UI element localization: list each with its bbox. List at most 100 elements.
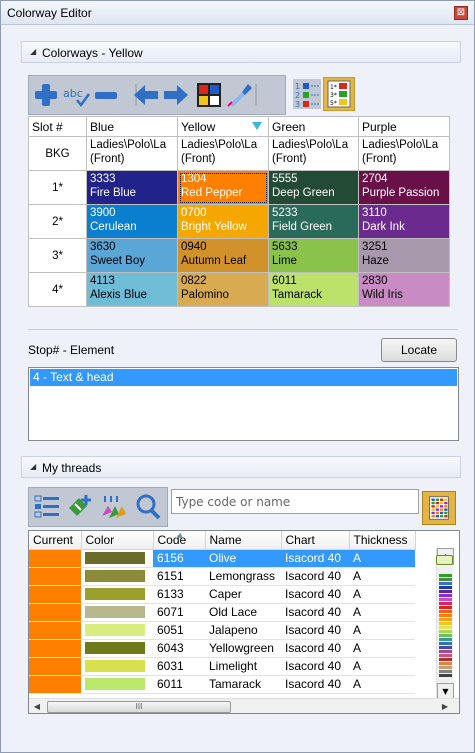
colorway-color-cell[interactable]: Ladies\Polo\La (Front) [268, 136, 359, 171]
thread-row[interactable]: 6071 Old Lace Isacord 40 A [29, 603, 415, 622]
color-grid-icon[interactable] [194, 80, 224, 110]
column-header-color[interactable]: Color [81, 531, 154, 550]
colorway-color-cell[interactable]: 4113 Alexis Blue [86, 272, 178, 307]
colorway-color-cell[interactable]: 2830 Wild Iris [358, 272, 450, 307]
thread-row[interactable]: 6133 Caper Isacord 40 A [29, 585, 415, 604]
palette-swap-icon[interactable]: 1* 3* 5* [323, 77, 355, 111]
palette-cell [435, 505, 439, 508]
column-header-purple[interactable]: Purple [358, 116, 450, 137]
arrow-left-icon[interactable] [131, 80, 161, 110]
colorway-color-cell[interactable]: 0940 Autumn Leaf [177, 238, 269, 273]
collapse-triangle-icon[interactable]: ◢ [30, 47, 36, 56]
colorway-color-cell[interactable]: 5633 Lime [268, 238, 359, 273]
thread-palette-icon[interactable] [422, 491, 456, 525]
arrow-right-icon[interactable] [161, 80, 191, 110]
column-header-green[interactable]: Green [268, 116, 359, 137]
column-header-yellow[interactable]: Yellow [177, 116, 269, 137]
spectrum-band [439, 646, 452, 649]
close-button[interactable]: ⊠ [454, 6, 468, 20]
column-header-chart[interactable]: Chart [281, 531, 350, 550]
colorway-color-cell[interactable]: 2704 Purple Passion [358, 170, 450, 205]
checklist-icon[interactable] [32, 492, 62, 522]
spectrum-band [439, 654, 452, 657]
horizontal-scroll-thumb[interactable]: III [47, 701, 231, 713]
thread-thickness: A [349, 585, 415, 604]
slot-cell[interactable]: 4* [28, 272, 87, 307]
colorway-color-cell[interactable]: 5233 Field Green [268, 204, 359, 239]
thread-code: 6156 [153, 549, 205, 568]
palette-cell [439, 505, 444, 508]
thread-color-swatch [81, 657, 153, 676]
thread-name: Lime [272, 255, 297, 267]
thread-spools-icon[interactable] [99, 492, 129, 522]
spell-check-icon[interactable]: abc [61, 80, 91, 110]
colorway-color-cell[interactable]: 3630 Sweet Boy [86, 238, 178, 273]
locate-button[interactable]: Locate [381, 338, 457, 362]
colorway-color-cell[interactable]: Ladies\Polo\La (Front) [358, 136, 450, 171]
threads-grid[interactable]: Current Color ▲ Code Name Chart Thickness… [28, 530, 460, 714]
colorway-color-cell[interactable]: 6011 Tamarack [268, 272, 359, 307]
svg-text:3: 3 [295, 100, 300, 109]
threads-toolbar [28, 487, 168, 527]
thread-row[interactable]: 6043 Yellowgreen Isacord 40 A [29, 639, 415, 658]
palette-cell [435, 511, 439, 515]
color-swatch [85, 570, 145, 582]
thread-name: Jalapeno [205, 621, 281, 640]
search-icon[interactable] [133, 492, 163, 522]
colorway-color-cell[interactable]: 3333 Fire Blue [86, 170, 178, 205]
section-separator [28, 329, 458, 330]
thread-name: Yellowgreen [205, 639, 281, 658]
colorway-color-cell[interactable]: 0822 Palomino [177, 272, 269, 307]
thread-code: 5555 [272, 173, 298, 185]
colorway-color-cell[interactable]: 5555 Deep Green [268, 170, 359, 205]
scroll-thumb[interactable] [436, 555, 453, 565]
slot-cell[interactable]: BKG [28, 136, 87, 171]
eyedropper-icon[interactable] [224, 80, 254, 110]
column-header-thickness[interactable]: Thickness [349, 531, 416, 550]
column-header-current[interactable]: Current [29, 531, 82, 550]
stop-list-item[interactable]: 4 - Text & head [30, 369, 457, 386]
thread-code: 4113 [90, 275, 115, 287]
colorway-color-cell[interactable]: 0700 Bright Yellow [177, 204, 269, 239]
thread-name: Limelight [205, 657, 281, 676]
scroll-right-icon[interactable]: ▶ [439, 701, 451, 713]
colorway-color-cell[interactable]: 1304 Red Pepper [177, 170, 269, 205]
spectrum-band [439, 598, 452, 601]
add-thread-icon[interactable] [65, 492, 95, 522]
numbered-list-icon[interactable]: 1 2 3 [293, 79, 321, 109]
stop-element-list[interactable]: 4 - Text & head [28, 367, 459, 441]
vertical-scrollbar[interactable]: ▲ ▼ [436, 548, 454, 700]
colorway-color-cell[interactable]: Ladies\Polo\La (Front) [86, 136, 178, 171]
column-header-code[interactable]: ▲ Code [153, 531, 206, 550]
collapse-triangle-icon[interactable]: ◢ [30, 462, 36, 471]
slot-cell[interactable]: 3* [28, 238, 87, 273]
thread-row[interactable]: 6011 Tamarack Isacord 40 A [29, 675, 415, 694]
thread-row[interactable]: 6156 Olive Isacord 40 A [29, 549, 415, 568]
spectrum-band [439, 606, 452, 609]
my-threads-section-header[interactable]: ◢ My threads [21, 456, 461, 478]
column-header-name[interactable]: Name [205, 531, 282, 550]
slot-cell[interactable]: 2* [28, 204, 87, 239]
add-icon[interactable] [31, 80, 61, 110]
colorway-color-cell[interactable]: 3251 Haze [358, 238, 450, 273]
thread-search-input[interactable] [171, 489, 419, 514]
slot-cell[interactable]: 1* [28, 170, 87, 205]
thread-row[interactable]: 6151 Lemongrass Isacord 40 A [29, 567, 415, 586]
horizontal-scrollbar[interactable]: ◀ III ▶ [29, 698, 459, 713]
colorway-color-cell[interactable]: Ladies\Polo\La (Front) [177, 136, 269, 171]
remove-icon[interactable] [91, 80, 121, 110]
thread-row[interactable]: 6051 Jalapeno Isacord 40 A [29, 621, 415, 640]
colorways-section-header[interactable]: ◢ Colorways - Yellow [21, 41, 461, 63]
thread-chart: Isacord 40 [281, 567, 349, 586]
colorway-color-cell[interactable]: 3110 Dark Ink [358, 204, 450, 239]
scroll-left-icon[interactable]: ◀ [31, 701, 43, 713]
threads-table: Current Color ▲ Code Name Chart Thickness… [29, 531, 416, 694]
column-header-blue[interactable]: Blue [86, 116, 178, 137]
colorway-color-cell[interactable]: 3900 Cerulean [86, 204, 178, 239]
current-color-cell [29, 549, 81, 568]
palette-cell [444, 501, 448, 505]
current-color-cell [29, 639, 81, 658]
title-bar: Colorway Editor ⊠ [1, 1, 474, 25]
column-header-slot[interactable]: Slot # [28, 116, 87, 137]
thread-row[interactable]: 6031 Limelight Isacord 40 A [29, 657, 415, 676]
